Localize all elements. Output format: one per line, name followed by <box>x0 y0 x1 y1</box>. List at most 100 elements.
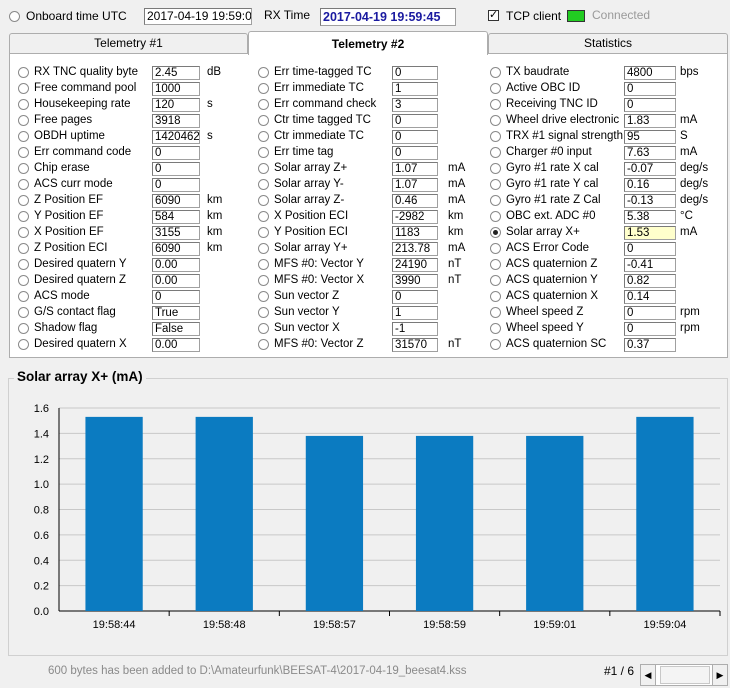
telemetry-value[interactable]: 0 <box>152 178 200 192</box>
telemetry-radio[interactable] <box>18 227 29 238</box>
telemetry-value[interactable]: -0.07 <box>624 162 676 176</box>
telemetry-value[interactable]: 1.53 <box>624 226 676 240</box>
telemetry-radio[interactable] <box>258 83 269 94</box>
telemetry-value[interactable]: False <box>152 322 200 336</box>
telemetry-value[interactable]: 1 <box>392 82 438 96</box>
telemetry-value[interactable]: 0.14 <box>624 290 676 304</box>
telemetry-value[interactable]: 1420462 <box>152 130 200 144</box>
telemetry-radio[interactable] <box>18 243 29 254</box>
telemetry-radio[interactable] <box>258 131 269 142</box>
telemetry-radio[interactable] <box>490 179 501 190</box>
telemetry-radio[interactable] <box>18 83 29 94</box>
telemetry-value[interactable]: -0.13 <box>624 194 676 208</box>
telemetry-radio[interactable] <box>18 179 29 190</box>
telemetry-value[interactable]: 120 <box>152 98 200 112</box>
tab-telemetry-2[interactable]: Telemetry #2 <box>248 31 488 55</box>
onboard-time-radio[interactable] <box>9 11 20 22</box>
telemetry-radio[interactable] <box>258 163 269 174</box>
rx-time-field[interactable]: 2017-04-19 19:59:45 <box>320 8 456 26</box>
telemetry-value[interactable]: 0.00 <box>152 338 200 352</box>
telemetry-radio[interactable] <box>490 131 501 142</box>
telemetry-value[interactable]: -2982 <box>392 210 438 224</box>
telemetry-radio[interactable] <box>490 275 501 286</box>
telemetry-value[interactable]: 0 <box>624 306 676 320</box>
telemetry-value[interactable]: 31570 <box>392 338 438 352</box>
telemetry-value[interactable]: 213.78 <box>392 242 438 256</box>
telemetry-radio[interactable] <box>258 339 269 350</box>
telemetry-value[interactable]: 2.45 <box>152 66 200 80</box>
telemetry-value[interactable]: -1 <box>392 322 438 336</box>
telemetry-value[interactable]: 3 <box>392 98 438 112</box>
telemetry-value[interactable]: 24190 <box>392 258 438 272</box>
telemetry-radio[interactable] <box>490 227 501 238</box>
telemetry-value[interactable]: 1183 <box>392 226 438 240</box>
telemetry-radio[interactable] <box>18 163 29 174</box>
telemetry-value[interactable]: 0 <box>624 98 676 112</box>
scroll-right-button[interactable]: ▶ <box>712 664 728 686</box>
telemetry-value[interactable]: 0 <box>624 322 676 336</box>
telemetry-radio[interactable] <box>490 243 501 254</box>
telemetry-radio[interactable] <box>18 147 29 158</box>
telemetry-value[interactable]: 0 <box>392 130 438 144</box>
telemetry-value[interactable]: 0 <box>152 162 200 176</box>
telemetry-radio[interactable] <box>490 211 501 222</box>
telemetry-value[interactable]: 0 <box>152 290 200 304</box>
telemetry-radio[interactable] <box>18 291 29 302</box>
telemetry-radio[interactable] <box>258 243 269 254</box>
telemetry-value[interactable]: 0 <box>392 290 438 304</box>
telemetry-value[interactable]: 0.00 <box>152 274 200 288</box>
telemetry-value[interactable]: 0 <box>392 146 438 160</box>
telemetry-value[interactable]: 1.07 <box>392 178 438 192</box>
telemetry-radio[interactable] <box>258 307 269 318</box>
telemetry-radio[interactable] <box>490 99 501 110</box>
telemetry-radio[interactable] <box>490 259 501 270</box>
telemetry-radio[interactable] <box>18 211 29 222</box>
telemetry-value[interactable]: True <box>152 306 200 320</box>
telemetry-value[interactable]: -0.41 <box>624 258 676 272</box>
telemetry-radio[interactable] <box>258 99 269 110</box>
telemetry-radio[interactable] <box>18 99 29 110</box>
telemetry-radio[interactable] <box>18 195 29 206</box>
telemetry-value[interactable]: 0.46 <box>392 194 438 208</box>
scroll-thumb[interactable] <box>660 666 710 684</box>
telemetry-value[interactable]: 1.83 <box>624 114 676 128</box>
telemetry-value[interactable]: 0 <box>392 66 438 80</box>
telemetry-value[interactable]: 6090 <box>152 242 200 256</box>
telemetry-value[interactable]: 7.63 <box>624 146 676 160</box>
telemetry-radio[interactable] <box>490 67 501 78</box>
telemetry-radio[interactable] <box>258 179 269 190</box>
telemetry-radio[interactable] <box>490 115 501 126</box>
telemetry-radio[interactable] <box>490 339 501 350</box>
telemetry-value[interactable]: 0.00 <box>152 258 200 272</box>
telemetry-radio[interactable] <box>258 115 269 126</box>
telemetry-value[interactable]: 1.07 <box>392 162 438 176</box>
telemetry-value[interactable]: 5.38 <box>624 210 676 224</box>
telemetry-radio[interactable] <box>258 323 269 334</box>
telemetry-value[interactable]: 0 <box>624 242 676 256</box>
telemetry-value[interactable]: 1 <box>392 306 438 320</box>
telemetry-radio[interactable] <box>18 259 29 270</box>
telemetry-value[interactable]: 0.82 <box>624 274 676 288</box>
telemetry-value[interactable]: 0 <box>624 82 676 96</box>
telemetry-radio[interactable] <box>490 291 501 302</box>
telemetry-radio[interactable] <box>18 275 29 286</box>
telemetry-value[interactable]: 3918 <box>152 114 200 128</box>
telemetry-radio[interactable] <box>258 67 269 78</box>
telemetry-value[interactable]: 0 <box>152 146 200 160</box>
telemetry-radio[interactable] <box>258 291 269 302</box>
onboard-time-field[interactable]: 2017-04-19 19:59:04 <box>144 8 252 25</box>
telemetry-value[interactable]: 4800 <box>624 66 676 80</box>
telemetry-radio[interactable] <box>490 83 501 94</box>
tcp-client-checkbox[interactable]: ✓ <box>488 10 499 21</box>
telemetry-radio[interactable] <box>18 67 29 78</box>
telemetry-radio[interactable] <box>258 147 269 158</box>
tab-telemetry-1[interactable]: Telemetry #1 <box>9 33 248 53</box>
telemetry-radio[interactable] <box>18 339 29 350</box>
tab-statistics[interactable]: Statistics <box>488 33 728 53</box>
telemetry-radio[interactable] <box>18 131 29 142</box>
telemetry-radio[interactable] <box>18 307 29 318</box>
telemetry-radio[interactable] <box>490 163 501 174</box>
telemetry-value[interactable]: 6090 <box>152 194 200 208</box>
telemetry-value[interactable]: 1000 <box>152 82 200 96</box>
telemetry-value[interactable]: 584 <box>152 210 200 224</box>
